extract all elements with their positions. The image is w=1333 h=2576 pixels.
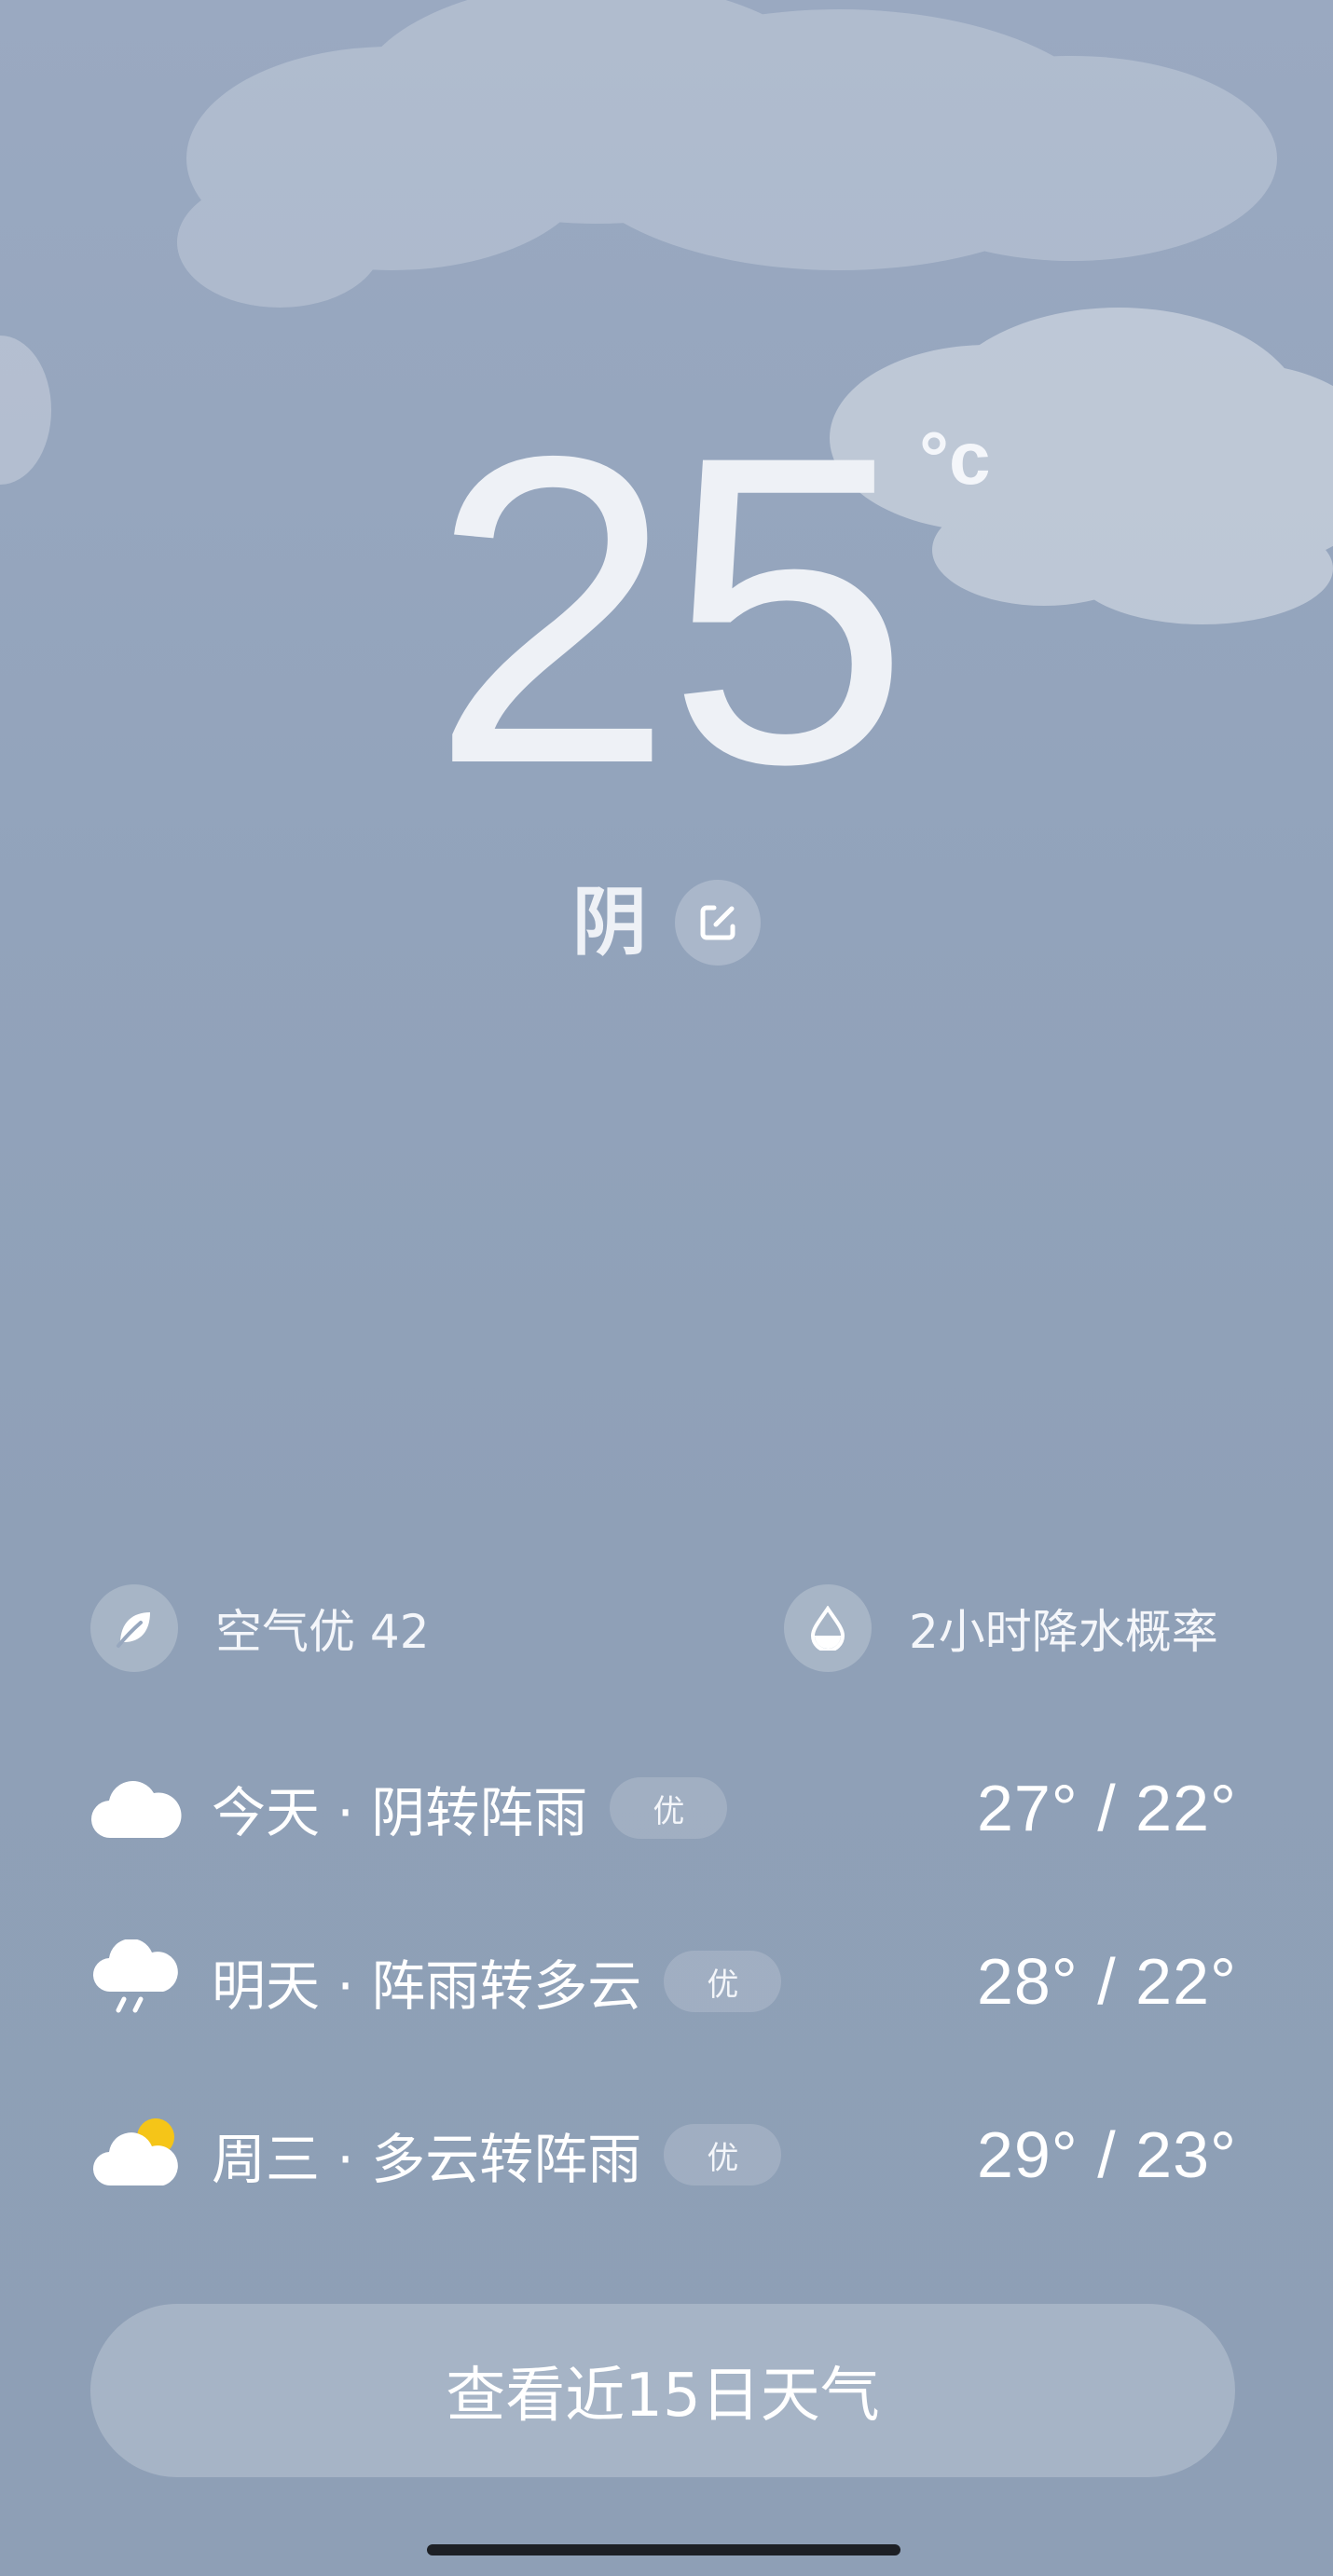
edit-condition-button[interactable] [675,880,761,966]
temperature-unit: °c [919,417,991,500]
water-drop-icon [810,1606,845,1651]
forecast-temps: 27° / 22° [976,1772,1237,1844]
precipitation-metric[interactable]: 2小时降水概率 [784,1584,1218,1672]
leaf-icon-badge [90,1584,178,1672]
forecast-day-text: 明天 · 阵雨转多云 [212,1954,642,2018]
forecast-row-today[interactable]: 今天 · 阴转阵雨 优 27° / 22° [90,1757,1237,1859]
forecast-row-tomorrow[interactable]: 明天 · 阵雨转多云 优 28° / 22° [90,1930,1237,2033]
edit-icon [700,905,735,940]
cloudy-icon [90,1781,182,1839]
air-quality-badge: 优 [664,2124,782,2185]
forecast-day-text: 今天 · 阴转阵雨 [212,1781,588,1844]
rain-cloud-icon [92,1939,178,2013]
leaf-icon [117,1612,150,1648]
precipitation-label: 2小时降水概率 [909,1605,1218,1659]
current-condition: 阴 [572,879,647,966]
view-15-day-forecast-button[interactable]: 查看近15日天气 [90,2304,1235,2477]
forecast-day-text: 周三 · 多云转阵雨 [212,2128,642,2191]
partly-cloudy-icon [92,2118,178,2186]
home-indicator[interactable] [427,2544,900,2555]
forecast-temps: 29° / 23° [976,2118,1237,2191]
air-quality-badge: 优 [664,1951,782,2012]
air-quality-metric[interactable]: 空气优 42 [90,1584,430,1672]
forecast-temps: 28° / 22° [976,1945,1237,2018]
forecast-row-wednesday[interactable]: 周三 · 多云转阵雨 优 29° / 23° [90,2103,1237,2206]
air-quality-label: 空气优 42 [215,1605,430,1659]
air-quality-badge: 优 [610,1777,728,1839]
water-drop-icon-badge [784,1584,872,1672]
current-temperature: 25 [430,365,911,855]
